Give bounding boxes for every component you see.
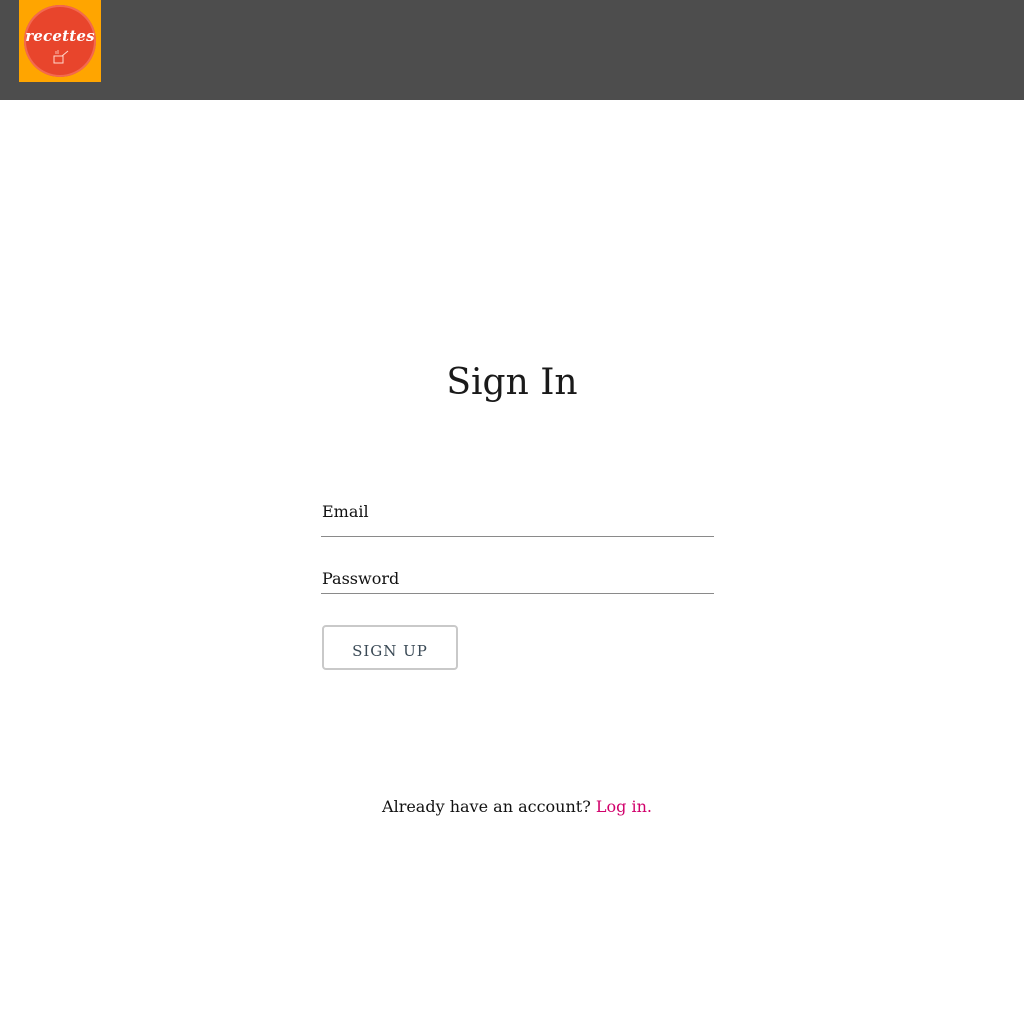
password-input[interactable] [321, 569, 715, 588]
log-in-link[interactable]: Log in. [596, 797, 652, 816]
sign-up-button[interactable]: SIGN UP [322, 625, 458, 670]
email-field-wrapper [321, 502, 715, 537]
password-field-wrapper [321, 569, 715, 594]
page-title: Sign In [446, 362, 578, 403]
top-navigation-bar: recettes [0, 0, 1024, 100]
recettes-logo[interactable]: recettes [19, 0, 101, 82]
email-input[interactable] [321, 502, 715, 521]
login-prompt-text: Already have an account? [382, 797, 591, 816]
logo-text: recettes [25, 27, 95, 45]
login-prompt: Already have an account? Log in. [0, 797, 1024, 816]
cooking-pot-icon [53, 50, 69, 64]
